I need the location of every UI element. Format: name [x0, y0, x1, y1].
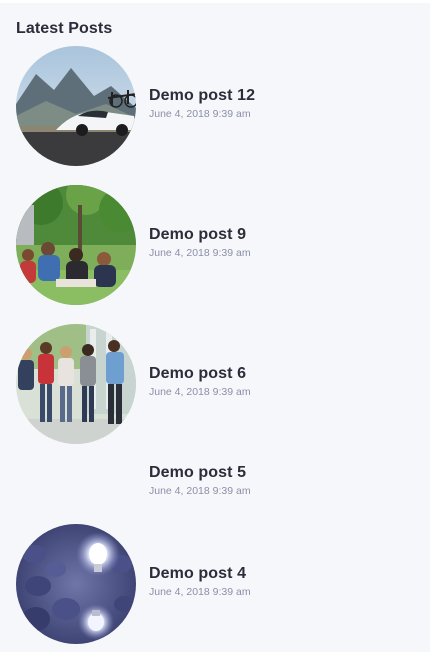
post-item[interactable]: Demo post 9 June 4, 2018 9:39 am [16, 185, 416, 305]
widget-title: Latest Posts [16, 20, 113, 37]
post-title[interactable]: Demo post 5 [149, 463, 251, 483]
students-image [16, 185, 136, 305]
post-date: June 4, 2018 9:39 am [149, 247, 251, 259]
car-image [16, 46, 136, 166]
post-title[interactable]: Demo post 9 [149, 225, 251, 245]
post-item[interactable]: Demo post 12 June 4, 2018 9:39 am [16, 46, 416, 166]
post-thumbnail[interactable] [16, 524, 136, 644]
post-title[interactable]: Demo post 4 [149, 564, 251, 584]
post-item[interactable]: Demo post 4 June 4, 2018 9:39 am [16, 524, 416, 644]
post-date: June 4, 2018 9:39 am [149, 485, 251, 497]
light-bulbs-image [16, 524, 136, 644]
post-date: June 4, 2018 9:39 am [149, 108, 251, 120]
post-title[interactable]: Demo post 6 [149, 364, 251, 384]
post-thumbnail[interactable] [16, 46, 136, 166]
post-thumbnail[interactable] [16, 185, 136, 305]
latest-posts-widget: Latest Posts Demo post 12 June 4, 2018 9… [0, 3, 430, 652]
post-date: June 4, 2018 9:39 am [149, 586, 251, 598]
post-date: June 4, 2018 9:39 am [149, 386, 251, 398]
post-title[interactable]: Demo post 12 [149, 86, 255, 106]
